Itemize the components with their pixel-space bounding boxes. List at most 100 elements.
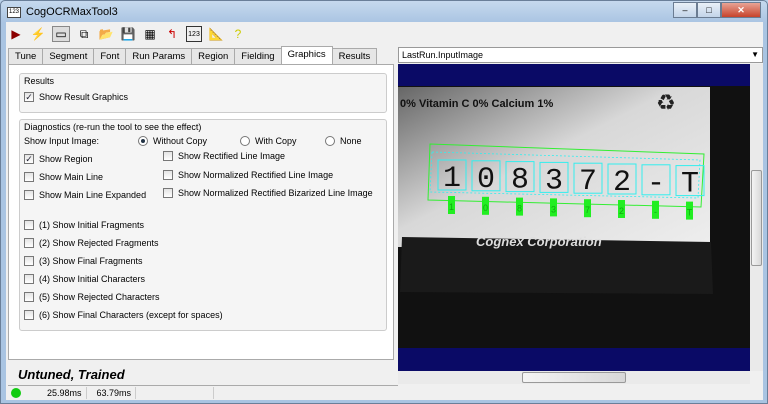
show-region-checkbox[interactable]: ✓ Show Region <box>24 154 93 164</box>
show-main-line-checkbox[interactable]: Show Main Line <box>24 172 103 182</box>
app-icon: 123 <box>7 6 21 18</box>
checkbox[interactable]: ✓ <box>24 154 34 164</box>
char-glyph: 8 <box>511 164 529 198</box>
image-icon[interactable]: 123 <box>186 26 202 42</box>
char-result-label: - <box>654 207 657 217</box>
radio-none[interactable]: None <box>325 136 362 146</box>
vertical-scroll-thumb[interactable] <box>751 170 762 266</box>
tab-tune[interactable]: Tune <box>8 48 44 64</box>
checkbox[interactable] <box>24 220 34 230</box>
tab-segment[interactable]: Segment <box>42 48 95 64</box>
diagnostics-group: Diagnostics (re-run the tool to see the … <box>19 119 387 331</box>
image-display: LastRun.InputImage ▼ 0% Vitamin C 0% Calc… <box>398 47 763 397</box>
chevron-down-icon: ▼ <box>751 50 759 59</box>
help-icon[interactable]: ? <box>230 26 246 42</box>
tab-fielding[interactable]: Fielding <box>234 48 282 64</box>
horizontal-scrollbar[interactable] <box>398 371 750 384</box>
toolbar: ▶ ⚡ ▭ ⧉ 📂 💾 ▦ ↰ 123 📐 ? <box>8 24 246 44</box>
show-rejected-fragments-checkbox[interactable]: (2) Show Rejected Fragments <box>24 238 159 248</box>
tab-results[interactable]: Results <box>331 48 378 64</box>
show-result-graphics-checkbox[interactable]: ✓ Show Result Graphics <box>24 92 128 102</box>
checkbox[interactable] <box>24 274 34 284</box>
checkbox-label: Show Normalized Rectified Bizarized Line… <box>178 188 373 198</box>
image-source-value: LastRun.InputImage <box>402 50 484 60</box>
checkbox[interactable] <box>24 256 34 266</box>
reset-icon[interactable]: ⚡ <box>30 26 46 42</box>
label-text: 0% Vitamin C 0% Calcium 1% <box>400 98 553 110</box>
tab-font[interactable]: Font <box>93 48 127 64</box>
tab-region[interactable]: Region <box>191 48 236 64</box>
checkbox-label: Show Rectified Line Image <box>178 151 286 161</box>
tab-bar: Tune Segment Font Run Params Region Fiel… <box>8 46 378 64</box>
checkbox-label: Show Main Line Expanded <box>39 190 147 200</box>
send-icon[interactable]: ↰ <box>164 26 180 42</box>
show-main-line-expanded-checkbox[interactable]: Show Main Line Expanded <box>24 190 146 200</box>
image-canvas[interactable]: 0% Vitamin C 0% Calcium 1% ♻ 11008833772… <box>398 64 750 371</box>
radio-label: Without Copy <box>153 136 208 146</box>
image-source-dropdown[interactable]: LastRun.InputImage ▼ <box>398 47 763 63</box>
char-result-label: 8 <box>517 204 522 214</box>
show-initial-characters-checkbox[interactable]: (4) Show Initial Characters <box>24 274 145 284</box>
show-view-icon[interactable]: ▭ <box>52 26 70 42</box>
checkbox[interactable] <box>163 170 173 180</box>
char-glyph: - <box>647 167 665 201</box>
checkbox-label: (5) Show Rejected Characters <box>39 292 160 302</box>
show-initial-fragments-checkbox[interactable]: (1) Show Initial Fragments <box>24 220 144 230</box>
footer-text: Cognex Corporation <box>476 234 602 249</box>
import-icon[interactable]: ▦ <box>142 26 158 42</box>
run-icon[interactable]: ▶ <box>8 26 24 42</box>
char-glyph: 2 <box>613 166 631 200</box>
radio-with-copy[interactable]: With Copy <box>240 136 297 146</box>
close-button[interactable]: ✕ <box>721 2 761 18</box>
char-result-label: 7 <box>585 205 590 215</box>
checkbox[interactable] <box>24 292 34 302</box>
vertical-scrollbar[interactable] <box>750 64 763 371</box>
checkbox-label: (3) Show Final Fragments <box>39 256 143 266</box>
radio-without-copy[interactable]: Without Copy <box>138 136 207 146</box>
show-normalized-rectified-line-image-checkbox[interactable]: Show Normalized Rectified Line Image <box>163 170 333 180</box>
tab-graphics[interactable]: Graphics <box>280 46 333 64</box>
checkbox[interactable]: ✓ <box>24 92 34 102</box>
checkbox-label: (1) Show Initial Fragments <box>39 220 145 230</box>
minimize-button[interactable]: – <box>673 2 697 18</box>
open-icon[interactable]: 📂 <box>98 26 114 42</box>
radio-label: With Copy <box>255 136 297 146</box>
save-icon[interactable]: 💾 <box>120 26 136 42</box>
radio-label: None <box>340 136 362 146</box>
radio[interactable] <box>240 136 250 146</box>
tab-run-params[interactable]: Run Params <box>125 48 193 64</box>
show-final-characters-checkbox[interactable]: (6) Show Final Characters (except for sp… <box>24 310 223 320</box>
show-rectified-line-image-checkbox[interactable]: Show Rectified Line Image <box>163 151 285 161</box>
char-result-label: 1 <box>449 202 454 212</box>
checkbox[interactable] <box>24 190 34 200</box>
checkbox[interactable] <box>24 238 34 248</box>
floating-icon[interactable]: ⧉ <box>76 26 92 42</box>
checkbox-label: Show Region <box>39 154 93 164</box>
maximize-button[interactable]: □ <box>697 2 721 18</box>
show-input-image-label: Show Input Image: <box>24 136 100 146</box>
ruler-icon[interactable]: 📐 <box>208 26 224 42</box>
radio[interactable] <box>325 136 335 146</box>
horizontal-scroll-thumb[interactable] <box>522 372 626 383</box>
status-bar: 25.98ms 63.79ms <box>8 385 398 399</box>
status-indicator-icon <box>11 387 21 398</box>
title-bar: 123 CogOCRMaxTool3 <box>7 4 118 20</box>
results-group: Results ✓ Show Result Graphics <box>19 73 387 113</box>
show-rejected-characters-checkbox[interactable]: (5) Show Rejected Characters <box>24 292 160 302</box>
checkbox[interactable] <box>24 172 34 182</box>
show-normalized-rectified-bizarized-line-image-checkbox[interactable]: Show Normalized Rectified Bizarized Line… <box>163 188 373 198</box>
char-glyph: 3 <box>545 164 563 198</box>
graphics-panel: Results ✓ Show Result Graphics Diagnostic… <box>8 64 394 360</box>
tool-state-text: Untuned, Trained <box>18 367 125 382</box>
checkbox[interactable] <box>24 310 34 320</box>
show-final-fragments-checkbox[interactable]: (3) Show Final Fragments <box>24 256 143 266</box>
status-empty <box>136 386 215 399</box>
window-title: CogOCRMaxTool3 <box>26 6 118 18</box>
total-time: 63.79ms <box>87 386 137 399</box>
char-glyph: 0 <box>477 163 495 197</box>
radio[interactable] <box>138 136 148 146</box>
checkbox[interactable] <box>163 188 173 198</box>
char-result-label: T <box>687 208 693 218</box>
checkbox[interactable] <box>163 151 173 161</box>
char-glyph: 7 <box>579 165 597 199</box>
